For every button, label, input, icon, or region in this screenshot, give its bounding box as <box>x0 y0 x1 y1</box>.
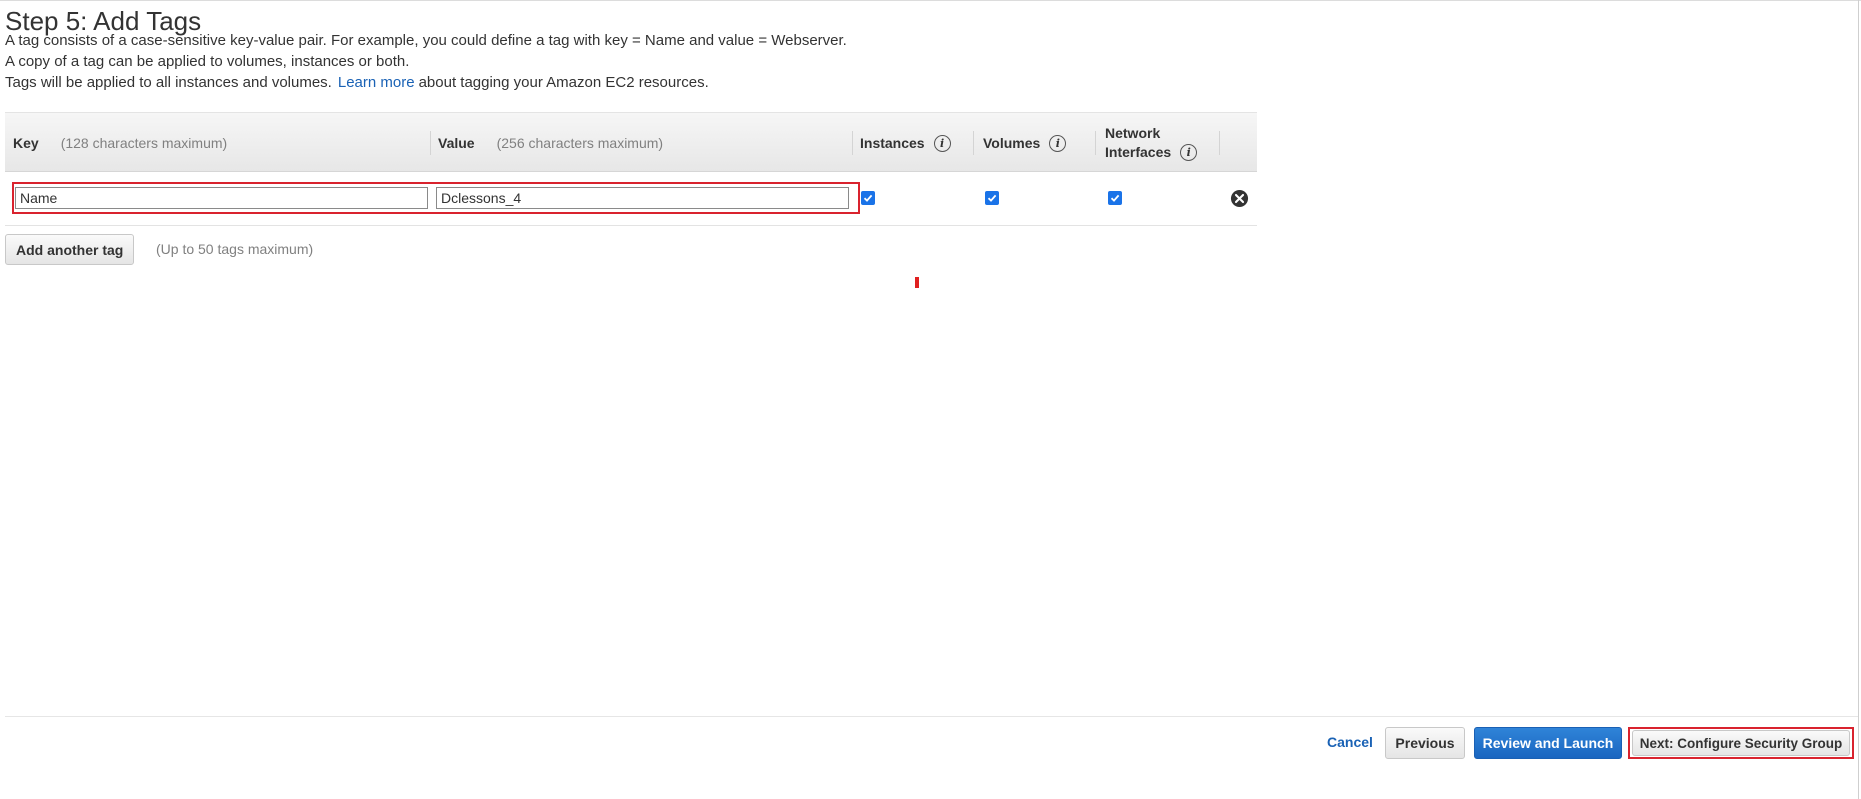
description-line-3-text: Tags will be applied to all instances an… <box>5 74 332 91</box>
tag-key-input[interactable] <box>15 187 428 209</box>
network-header-line-1: Network <box>1105 125 1161 141</box>
key-column-header: Key (128 characters maximum) <box>13 113 227 173</box>
scrollbar-edge <box>1858 0 1859 799</box>
tag-limit-note: (Up to 50 tags maximum) <box>156 241 314 257</box>
volumes-header-label: Volumes <box>983 135 1041 151</box>
instances-checkbox[interactable] <box>861 191 875 205</box>
header-divider <box>430 131 431 155</box>
volumes-checkbox[interactable] <box>985 191 999 205</box>
tags-table: Key (128 characters maximum) Value (256 … <box>5 112 1257 226</box>
key-header-label: Key <box>13 135 39 151</box>
next-configure-security-group-button[interactable]: Next: Configure Security Group <box>1632 730 1850 756</box>
learn-more-link[interactable]: Learn more <box>338 74 415 91</box>
instances-header-label: Instances <box>860 135 925 151</box>
info-icon[interactable]: i <box>1049 134 1067 152</box>
value-header-label: Value <box>438 135 475 151</box>
info-icon[interactable]: i <box>1180 144 1198 161</box>
previous-button[interactable]: Previous <box>1385 727 1465 759</box>
value-column-header: Value (256 characters maximum) <box>438 113 663 173</box>
header-divider <box>973 131 974 155</box>
table-row <box>5 172 1257 226</box>
annotation-mark <box>915 277 919 288</box>
network-header-line-2: Interfaces <box>1105 144 1172 160</box>
description-line-3: Tags will be applied to all instances an… <box>5 74 709 91</box>
volumes-column-header: Volumes i <box>983 113 1067 173</box>
key-header-hint: (128 characters maximum) <box>60 135 228 151</box>
tag-value-input[interactable] <box>436 187 849 209</box>
review-and-launch-button[interactable]: Review and Launch <box>1474 727 1622 759</box>
info-icon[interactable]: i <box>933 134 951 152</box>
instances-column-header: Instances i <box>860 113 951 173</box>
tags-table-header: Key (128 characters maximum) Value (256 … <box>5 112 1257 172</box>
description-line-3-suffix: about tagging your Amazon EC2 resources. <box>418 74 709 91</box>
close-circle-icon[interactable] <box>1230 189 1249 208</box>
cancel-link[interactable]: Cancel <box>1327 734 1373 750</box>
description-line-1: A tag consists of a case-sensitive key-v… <box>5 32 847 49</box>
footer-divider <box>5 716 1858 717</box>
check-icon <box>987 194 997 202</box>
header-divider <box>852 131 853 155</box>
top-border <box>0 0 1861 1</box>
add-another-tag-button[interactable]: Add another tag <box>5 234 135 265</box>
check-icon <box>863 194 873 202</box>
network-interfaces-checkbox[interactable] <box>1108 191 1122 205</box>
network-interfaces-column-header: Network Interfaces i <box>1105 113 1198 173</box>
header-divider <box>1095 131 1096 155</box>
description-line-2: A copy of a tag can be applied to volume… <box>5 53 410 70</box>
value-header-hint: (256 characters maximum) <box>496 135 664 151</box>
header-divider <box>1219 131 1220 155</box>
check-icon <box>1110 194 1120 202</box>
